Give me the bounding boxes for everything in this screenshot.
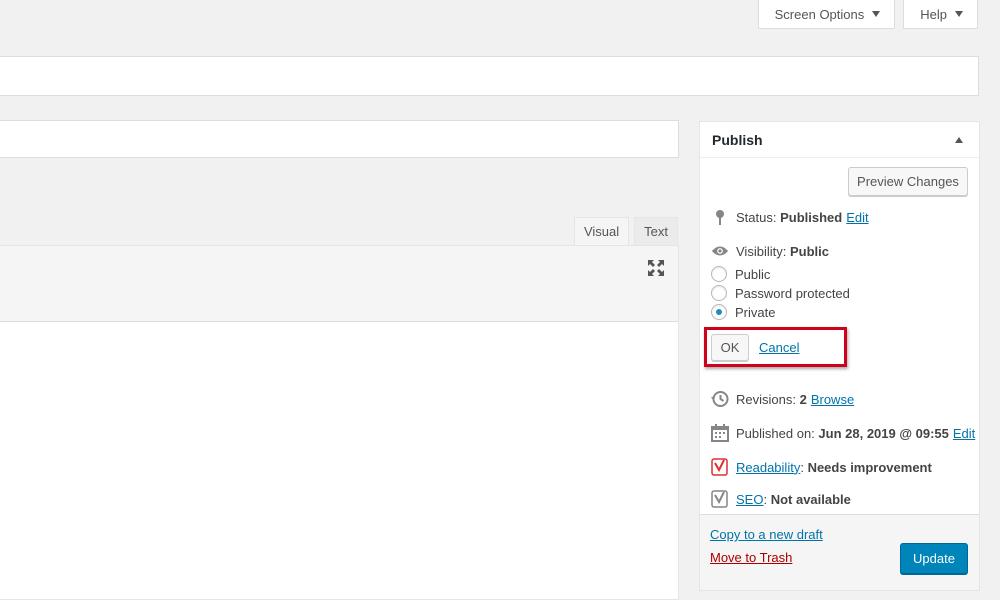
radio-public-label: Public (735, 266, 771, 282)
status-edit-link[interactable]: Edit (846, 210, 868, 225)
fullscreen-icon[interactable] (647, 259, 665, 277)
published-on-row: Published on: Jun 28, 2019 @ 09:55 Edit (711, 424, 975, 442)
post-title-input[interactable] (0, 56, 979, 96)
screen-options-button[interactable]: Screen Options (757, 0, 896, 29)
radio-password-label: Password protected (735, 285, 850, 301)
help-button[interactable]: Help (903, 0, 978, 29)
revisions-value: 2 (799, 391, 807, 407)
tab-text-label: Text (644, 224, 668, 239)
publish-header[interactable]: Publish (700, 122, 979, 158)
published-on-edit-link[interactable]: Edit (953, 426, 975, 441)
visibility-option-private[interactable]: Private (711, 304, 775, 320)
tab-text[interactable]: Text (634, 217, 678, 246)
publish-title: Publish (712, 131, 763, 148)
editor-content-area[interactable] (0, 322, 678, 599)
pin-icon (711, 208, 729, 226)
seo-value: Not available (770, 491, 851, 507)
help-label: Help (920, 6, 947, 22)
published-on-label: Published on: (736, 425, 815, 441)
radio-private-label: Private (735, 304, 776, 320)
status-row: Status: Published Edit (711, 208, 869, 226)
copy-to-draft-link[interactable]: Copy to a new draft (710, 527, 823, 542)
radio-password[interactable] (711, 285, 727, 301)
update-label: Update (913, 551, 955, 566)
visibility-row: Visibility: Public (711, 242, 829, 260)
caret-down-icon (955, 11, 963, 17)
revisions-browse-link[interactable]: Browse (811, 392, 854, 407)
publish-footer: Copy to a new draft Move to Trash Update (700, 514, 979, 590)
toggle-arrow-icon[interactable] (955, 136, 963, 143)
preview-changes-button[interactable]: Preview Changes (848, 167, 968, 196)
visibility-option-public[interactable]: Public (711, 266, 770, 282)
screen-options-label: Screen Options (774, 6, 865, 22)
yoast-seo-icon (711, 490, 729, 508)
eye-icon (711, 242, 729, 260)
screen-meta: Screen Options Help (757, 0, 978, 29)
radio-public[interactable] (711, 266, 727, 282)
visibility-option-password[interactable]: Password protected (711, 285, 850, 301)
tab-visual[interactable]: Visual (573, 217, 630, 246)
revisions-row: Revisions: 2 Browse (711, 390, 854, 408)
seo-link[interactable]: SEO (736, 492, 763, 507)
preview-changes-label: Preview Changes (857, 174, 959, 189)
published-on-value: Jun 28, 2019 @ 09:55 (818, 425, 949, 441)
content-editor (0, 245, 679, 600)
radio-private[interactable] (711, 304, 727, 320)
tab-visual-label: Visual (583, 224, 620, 239)
ok-label: OK (720, 339, 740, 355)
visibility-label: Visibility: (736, 243, 787, 259)
ok-button[interactable]: OK (711, 333, 749, 361)
revisions-label: Revisions: (736, 391, 796, 407)
publish-box: Publish Preview Changes Status: Publishe… (699, 121, 980, 591)
yoast-readability-icon (711, 458, 729, 476)
history-icon (711, 390, 729, 408)
caret-down-icon (872, 11, 881, 17)
seo-row: SEO: Not available (711, 490, 851, 508)
move-to-trash-link[interactable]: Move to Trash (710, 550, 792, 565)
calendar-icon (711, 424, 729, 442)
editor-toolbar (0, 246, 678, 322)
readability-row: Readability: Needs improvement (711, 458, 932, 476)
status-value: Published (780, 209, 843, 225)
editor-tabs: Visual Text (569, 217, 678, 246)
ok-cancel-highlight: OK Cancel (704, 327, 847, 367)
status-label: Status: (736, 209, 777, 225)
readability-link[interactable]: Readability (736, 460, 800, 475)
cancel-link[interactable]: Cancel (759, 340, 799, 355)
visibility-value: Public (789, 243, 829, 259)
readability-value: Needs improvement (807, 459, 932, 475)
post-field-input[interactable] (0, 120, 679, 158)
update-button[interactable]: Update (900, 543, 968, 574)
